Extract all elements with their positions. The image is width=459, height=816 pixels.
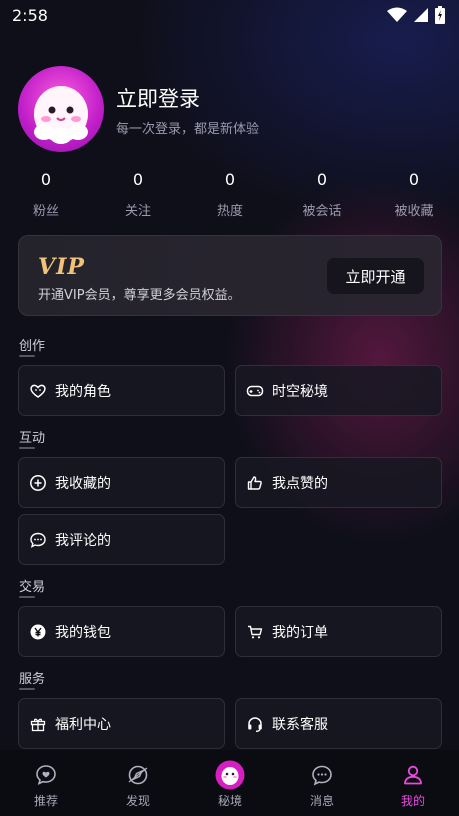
gamepad-icon [246, 382, 264, 400]
stats-row: 0 粉丝 0 关注 0 热度 0 被会话 0 被收藏 [0, 170, 459, 220]
stat-value: 0 [132, 170, 144, 189]
stat-label: 粉丝 [32, 204, 59, 219]
welfare-center-button[interactable]: 福利中心 [18, 698, 225, 749]
compass-icon [108, 762, 168, 788]
my-orders-button[interactable]: 我的订单 [235, 606, 442, 657]
stat-label: 关注 [124, 204, 151, 219]
nav-label: 推荐 [33, 794, 58, 808]
tile-label: 我评论的 [55, 532, 111, 549]
stat-label: 被会话 [302, 204, 342, 219]
my-characters-button[interactable]: 我的角色 [18, 365, 225, 416]
nav-realm[interactable]: 秘境 [200, 760, 260, 809]
nav-discover[interactable]: 发现 [108, 762, 168, 809]
tile-label: 时空秘境 [272, 383, 328, 400]
my-favorites-button[interactable]: 我收藏的 [18, 457, 225, 508]
signal-icon [413, 7, 429, 27]
tile-label: 福利中心 [55, 716, 111, 733]
tile-label: 联系客服 [272, 716, 328, 733]
section-divider [19, 596, 35, 598]
ghost-mascot-icon [34, 86, 88, 144]
stat-heat[interactable]: 0 热度 [195, 170, 265, 219]
nav-label: 我的 [400, 794, 425, 808]
stat-conversations[interactable]: 0 被会话 [287, 170, 357, 219]
heart-face-icon [29, 382, 47, 400]
status-time: 2:58 [12, 6, 48, 25]
stat-value: 0 [224, 170, 236, 189]
section-divider [19, 355, 35, 357]
contact-support-button[interactable]: 联系客服 [235, 698, 442, 749]
section-title-create: 创作 [19, 339, 46, 354]
stat-value: 0 [408, 170, 420, 189]
tile-label: 我的钱包 [55, 624, 111, 641]
bottom-nav: 推荐 发现 秘境 消息 我的 [0, 750, 459, 816]
user-icon [383, 762, 443, 788]
nav-label: 发现 [125, 794, 150, 808]
section-title-service: 服务 [19, 672, 46, 687]
login-subtitle: 每一次登录，都是新体验 [116, 122, 260, 137]
vip-card[interactable]: VIP 开通VIP会员，尊享更多会员权益。 立即开通 [18, 235, 442, 316]
gift-icon [29, 715, 47, 733]
comment-icon [29, 531, 47, 549]
nav-messages[interactable]: 消息 [292, 762, 352, 809]
message-icon [292, 762, 352, 788]
stat-value: 0 [316, 170, 328, 189]
my-comments-button[interactable]: 我评论的 [18, 514, 225, 565]
nav-recommend[interactable]: 推荐 [16, 762, 76, 809]
avatar[interactable] [18, 66, 104, 152]
tile-label: 我的角色 [55, 383, 111, 400]
stat-following[interactable]: 0 关注 [103, 170, 173, 219]
section-divider [19, 688, 35, 690]
my-wallet-button[interactable]: 我的钱包 [18, 606, 225, 657]
vip-activate-button[interactable]: 立即开通 [327, 258, 424, 294]
login-title[interactable]: 立即登录 [116, 83, 200, 113]
headset-icon [246, 715, 264, 733]
status-bar: 2:58 [0, 0, 459, 32]
cart-icon [246, 623, 264, 641]
section-title-interact: 互动 [19, 431, 46, 446]
my-likes-button[interactable]: 我点赞的 [235, 457, 442, 508]
nav-label: 秘境 [217, 794, 242, 808]
nav-mine[interactable]: 我的 [383, 762, 443, 809]
heart-bubble-icon [16, 762, 76, 788]
plus-circle-icon [29, 474, 47, 492]
thumbs-up-icon [246, 474, 264, 492]
section-divider [19, 447, 35, 449]
spacetime-realm-button[interactable]: 时空秘境 [235, 365, 442, 416]
wifi-icon [387, 7, 407, 27]
stat-favorited[interactable]: 0 被收藏 [379, 170, 449, 219]
stat-value: 0 [40, 170, 52, 189]
battery-icon [435, 6, 445, 28]
yen-coin-icon [29, 623, 47, 641]
ghost-icon [200, 760, 260, 790]
vip-logo: VIP [38, 254, 85, 280]
tile-label: 我的订单 [272, 624, 328, 641]
stat-fans[interactable]: 0 粉丝 [11, 170, 81, 219]
section-title-trade: 交易 [19, 580, 46, 595]
tile-label: 我收藏的 [55, 475, 111, 492]
vip-description: 开通VIP会员，尊享更多会员权益。 [38, 288, 241, 303]
stat-label: 热度 [216, 204, 243, 219]
stat-label: 被收藏 [394, 204, 434, 219]
tile-label: 我点赞的 [272, 475, 328, 492]
nav-label: 消息 [309, 794, 334, 808]
